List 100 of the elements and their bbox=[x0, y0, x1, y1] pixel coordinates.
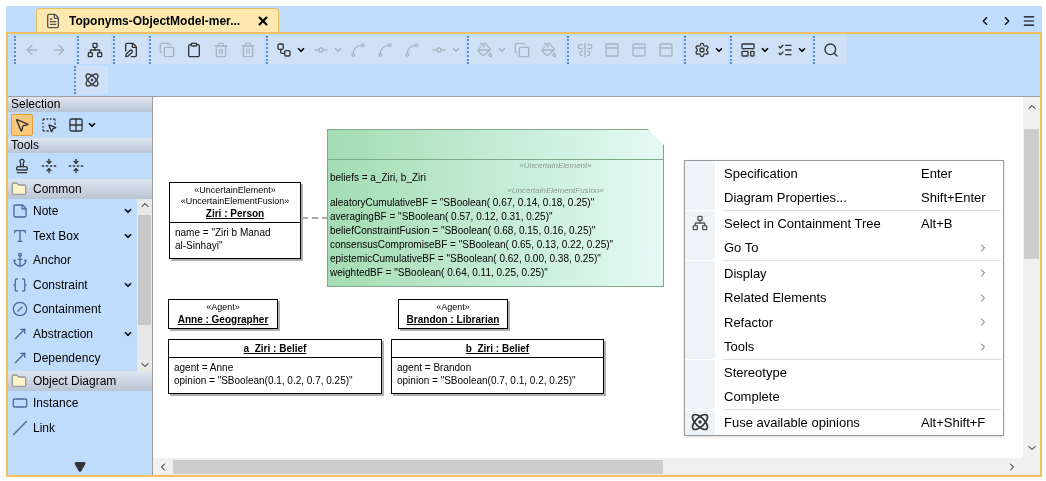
tagged-value: averagingBF = "SBoolean( 0.57, 0.12, 0.31, 0.25)" bbox=[330, 210, 554, 224]
palette-item[interactable]: Link bbox=[8, 415, 152, 440]
line-icon bbox=[12, 419, 28, 436]
object-box[interactable]: «Agent» Anne : Geographer bbox=[168, 299, 278, 329]
text-icon bbox=[12, 227, 28, 244]
palette-item[interactable]: Constraint bbox=[8, 272, 137, 297]
caret-icon[interactable] bbox=[296, 45, 306, 55]
menu-item[interactable]: Complete bbox=[685, 384, 1003, 409]
menu-item[interactable]: Tools bbox=[685, 334, 1003, 359]
menu-label: Related Elements bbox=[724, 289, 828, 307]
search-icon bbox=[823, 42, 839, 58]
tree-icon bbox=[87, 42, 103, 58]
attribute-text: agent = Anne bbox=[174, 361, 235, 374]
clipboard-icon bbox=[186, 42, 202, 58]
shortcut-label: Alt+B bbox=[921, 214, 954, 233]
menu-label: Specification bbox=[724, 164, 799, 183]
close-icon[interactable] bbox=[256, 13, 271, 28]
shortcut-label: Shift+Enter bbox=[921, 189, 987, 207]
containment-icon bbox=[12, 301, 28, 318]
menu-label: Stereotype bbox=[724, 363, 788, 382]
palette-item[interactable]: Note bbox=[8, 199, 137, 224]
menu-label: Go To bbox=[724, 239, 760, 257]
menu-label: Diagram Properties... bbox=[724, 189, 848, 207]
tagged-value: aleatoryCumulativeBF = "SBoolean( 0.67, 0.14, 0.18, 0.25)" bbox=[330, 196, 596, 210]
menu-item[interactable]: Diagram Properties... Shift+Enter bbox=[685, 185, 1003, 210]
menu-item[interactable]: Specification Enter bbox=[685, 161, 1003, 186]
section-header[interactable]: Common bbox=[8, 179, 152, 199]
attribute-text: al-Sinhayi" bbox=[175, 239, 224, 252]
section-header[interactable]: Object Diagram bbox=[8, 371, 152, 391]
menu-label: Refactor bbox=[724, 313, 775, 332]
atom-icon bbox=[690, 412, 710, 433]
menu-item[interactable]: Fuse available opinions Alt+Shift+F bbox=[685, 410, 1003, 435]
stereotype-label: «Agent» bbox=[436, 302, 470, 313]
stereotype-label: «UncertainElement» bbox=[194, 185, 276, 196]
stereotype-label: «UncertainElementFusion» bbox=[506, 185, 604, 196]
section-header[interactable]: Tools bbox=[8, 138, 152, 153]
menu-item[interactable]: Display bbox=[685, 261, 1003, 286]
palette-item[interactable]: Abstraction bbox=[8, 321, 137, 346]
object-box[interactable]: a_Ziri : Belief agent = Anne opinion = "SBoolean(0.1, 0.2, 0.7, 0.25)" bbox=[168, 339, 382, 394]
tagged-value: epistemicCumulativeBF = "SBoolean( 0.62, 0.00, 0.38, 0.25)" bbox=[330, 252, 602, 266]
vertical-scrollbar[interactable] bbox=[1023, 97, 1040, 458]
line-icon bbox=[350, 42, 366, 58]
diagram-canvas[interactable] bbox=[153, 97, 1023, 458]
menu-item[interactable]: Go To bbox=[685, 235, 1003, 260]
shortcut-label: Enter bbox=[921, 164, 954, 183]
tool-button[interactable] bbox=[11, 114, 33, 136]
palette-item[interactable]: Dependency bbox=[8, 346, 137, 371]
object-box[interactable]: b_Ziri : Belief agent = Brandon opinion = "SBoolean(0.7, 0.1, 0.2, 0.25)" bbox=[391, 339, 604, 394]
object-name: a_Ziri : Belief bbox=[243, 342, 307, 355]
stereotype-label: «Agent» bbox=[206, 302, 240, 313]
menu-item[interactable]: Stereotype bbox=[685, 360, 1003, 385]
attribute-text: agent = Brandon bbox=[397, 361, 473, 374]
palette-item[interactable]: Instance bbox=[8, 391, 152, 416]
editor-tab[interactable]: Toponyms-ObjectModel-mer... bbox=[36, 8, 280, 32]
anchor-icon bbox=[12, 252, 28, 269]
align-icon bbox=[577, 42, 593, 58]
folder-icon bbox=[11, 181, 27, 197]
forward-arrow-icon bbox=[51, 42, 67, 58]
list-icon[interactable] bbox=[1022, 14, 1036, 28]
caret-icon[interactable] bbox=[760, 45, 770, 55]
horizontal-scrollbar[interactable] bbox=[153, 458, 1040, 475]
stereotype-label: «UncertainElement» bbox=[518, 160, 592, 171]
palette-item[interactable]: Anchor bbox=[8, 248, 137, 273]
section-header[interactable]: Selection bbox=[8, 97, 152, 112]
palette-item[interactable]: Containment bbox=[8, 297, 137, 322]
spacer-icon bbox=[41, 158, 57, 174]
edit-icon bbox=[123, 42, 139, 58]
stamp-icon bbox=[14, 158, 30, 174]
attribute-text: opinion = "SBoolean(0.7, 0.1, 0.2, 0.25)" bbox=[397, 374, 577, 387]
scrollbar[interactable] bbox=[137, 199, 152, 371]
object-box[interactable]: «Agent» Brandon : Librarian bbox=[398, 299, 508, 329]
copy-icon bbox=[514, 42, 530, 58]
object-name: Ziri : Person bbox=[205, 207, 265, 220]
menu-item[interactable]: Select in Containment Tree Alt+B bbox=[685, 211, 1003, 236]
attribute-text: name = "Ziri b Manad bbox=[175, 226, 272, 239]
menu-label: Display bbox=[724, 264, 768, 283]
menu-item[interactable]: Refactor bbox=[685, 310, 1003, 335]
note-box[interactable] bbox=[327, 129, 664, 287]
scroll-down-icon[interactable] bbox=[74, 461, 86, 473]
grid-icon bbox=[68, 117, 84, 133]
object-name: b_Ziri : Belief bbox=[465, 342, 530, 355]
paint-bucket-icon bbox=[477, 42, 493, 58]
braces-icon bbox=[12, 276, 28, 293]
caret-icon[interactable] bbox=[87, 120, 97, 130]
legend-icon bbox=[777, 42, 793, 58]
hierarchy-icon bbox=[276, 42, 292, 58]
object-box[interactable]: «UncertainElement» «UncertainElementFusion» Ziri : Person name = "Ziri b Manad al-Sinhayi" bbox=[169, 182, 301, 259]
attribute-text: opinion = "SBoolean(0.1, 0.2, 0.7, 0.25)" bbox=[174, 374, 354, 387]
caret-icon[interactable] bbox=[797, 45, 807, 55]
tagged-value: consensusCompromiseBF = "SBoolean( 0.65, 0.13, 0.22, 0.25)" bbox=[330, 238, 615, 252]
panel-icon bbox=[658, 42, 674, 58]
folder-icon bbox=[11, 373, 27, 389]
menu-item[interactable]: Related Elements bbox=[685, 285, 1003, 310]
palette-item[interactable]: Text Box bbox=[8, 223, 137, 248]
tree-icon bbox=[692, 215, 708, 232]
menu-label: Tools bbox=[724, 338, 756, 356]
section-title: Common bbox=[33, 181, 82, 198]
caret-icon[interactable] bbox=[714, 45, 724, 55]
atom-icon bbox=[84, 72, 100, 88]
object-name: Anne : Geographer bbox=[177, 313, 269, 326]
